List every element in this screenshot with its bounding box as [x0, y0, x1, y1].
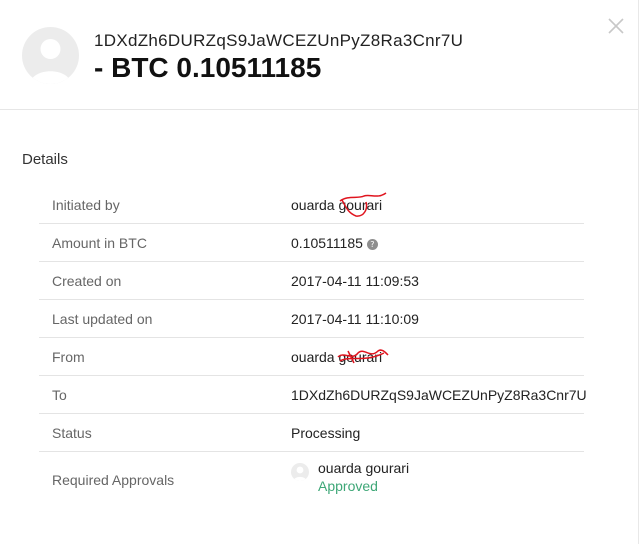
detail-row-amount: Amount in BTC 0.10511185? — [39, 224, 584, 262]
detail-row-initiated-by: Initiated by ouarda gourari — [39, 186, 584, 224]
user-avatar-icon — [291, 463, 309, 481]
detail-label: To — [52, 387, 67, 403]
approval-status: Approved — [318, 478, 378, 494]
transaction-amount-title: - BTC 0.10511185 — [94, 52, 322, 83]
details-table: Initiated by ouarda gourari Amount in BT… — [39, 186, 587, 508]
sender-first-name: ouarda — [291, 349, 335, 365]
close-icon — [608, 18, 624, 34]
details-section-title: Details — [22, 151, 68, 168]
detail-row-from: From ouarda gourari — [39, 338, 584, 376]
detail-label: Last updated on — [52, 311, 153, 327]
detail-row-status: Status Processing — [39, 414, 584, 452]
detail-value-last-updated: 2017-04-11 11:10:09 — [291, 311, 419, 327]
detail-label: From — [52, 349, 85, 365]
detail-row-required-approvals: Required Approvals ouarda gourari Approv… — [39, 452, 584, 508]
redacted-surname: gourari — [338, 197, 383, 213]
detail-value-amount: 0.10511185? — [291, 235, 378, 251]
redacted-name: gourari — [337, 349, 390, 365]
transaction-details-modal: 1DXdZh6DURZqS9JaWCEZUnPyZ8Ra3Cnr7U - BTC… — [0, 0, 639, 544]
detail-row-to: To 1DXdZh6DURZqS9JaWCEZUnPyZ8Ra3Cnr7U — [39, 376, 587, 414]
redacted-surname: gourari — [338, 349, 383, 365]
question-mark-icon[interactable]: ? — [366, 239, 378, 250]
close-button[interactable] — [606, 16, 626, 36]
transaction-address-title: 1DXdZh6DURZqS9JaWCEZUnPyZ8Ra3Cnr7U — [94, 31, 464, 50]
detail-value-status: Processing — [291, 425, 361, 441]
modal-header: 1DXdZh6DURZqS9JaWCEZUnPyZ8Ra3Cnr7U - BTC… — [0, 0, 638, 110]
initiator-first-name: ouarda — [291, 197, 335, 213]
detail-value-created-on: 2017-04-11 11:09:53 — [291, 273, 419, 289]
detail-value-from: ouarda gourari — [291, 349, 390, 365]
amount-value: 0.10511185 — [291, 235, 363, 251]
detail-value-to: 1DXdZh6DURZqS9JaWCEZUnPyZ8Ra3Cnr7U — [291, 387, 587, 403]
detail-label: Initiated by — [52, 197, 120, 213]
detail-label: Created on — [52, 273, 122, 289]
detail-label: Required Approvals — [52, 472, 175, 488]
detail-value-initiated-by: ouarda gourari — [291, 192, 387, 217]
detail-row-last-updated: Last updated on 2017-04-11 11:10:09 — [39, 300, 584, 338]
redacted-name: gourari — [338, 192, 387, 217]
detail-label: Amount in BTC — [52, 235, 147, 251]
approver-name: ouarda gourari — [318, 460, 410, 476]
detail-row-created-on: Created on 2017-04-11 11:09:53 — [39, 262, 584, 300]
user-avatar-icon — [22, 27, 79, 84]
detail-label: Status — [52, 425, 92, 441]
